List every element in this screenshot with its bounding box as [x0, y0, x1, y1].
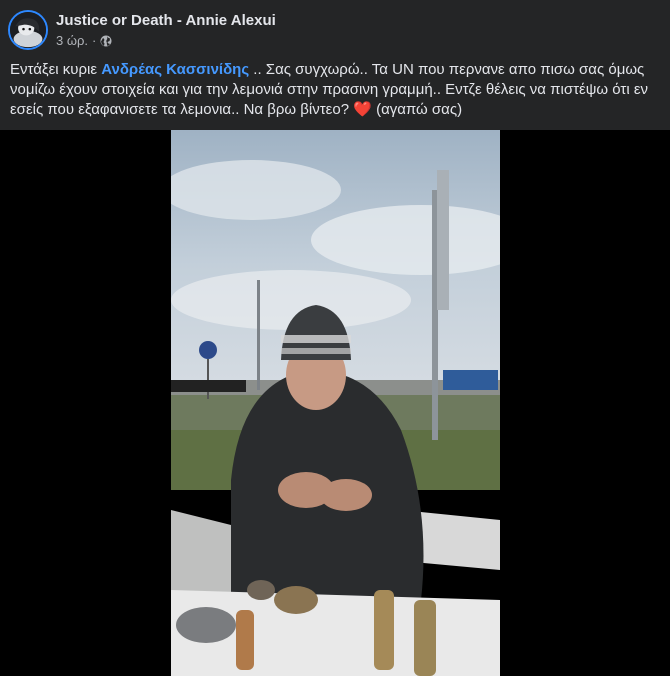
author-avatar[interactable] [8, 10, 48, 50]
video-frame[interactable] [171, 130, 500, 676]
post-text: Εντάξει κυριε Ανδρέας Κασσινίδης .. Σας … [10, 60, 660, 120]
facebook-post: Justice or Death - Annie Alexui 3 ώρ. · … [0, 0, 670, 676]
meta-separator: · [92, 33, 97, 48]
heart-emoji: ❤️ [353, 101, 372, 118]
post-meta: 3 ώρ. · [56, 33, 112, 48]
globe-icon[interactable] [100, 35, 112, 47]
post-header: Justice or Death - Annie Alexui 3 ώρ. · [0, 0, 670, 56]
video-still [171, 130, 500, 676]
post-text-end: (αγαπώ σας) [371, 101, 463, 118]
post-text-start: Εντάξει κυριε [10, 61, 102, 78]
mention-link[interactable]: Ανδρέας Κασσινίδης [101, 61, 249, 78]
author-name[interactable]: Justice or Death - Annie Alexui [56, 12, 276, 29]
post-timestamp[interactable]: 3 ώρ. [56, 33, 88, 48]
video-container[interactable] [0, 130, 670, 676]
avatar-image [10, 12, 46, 48]
